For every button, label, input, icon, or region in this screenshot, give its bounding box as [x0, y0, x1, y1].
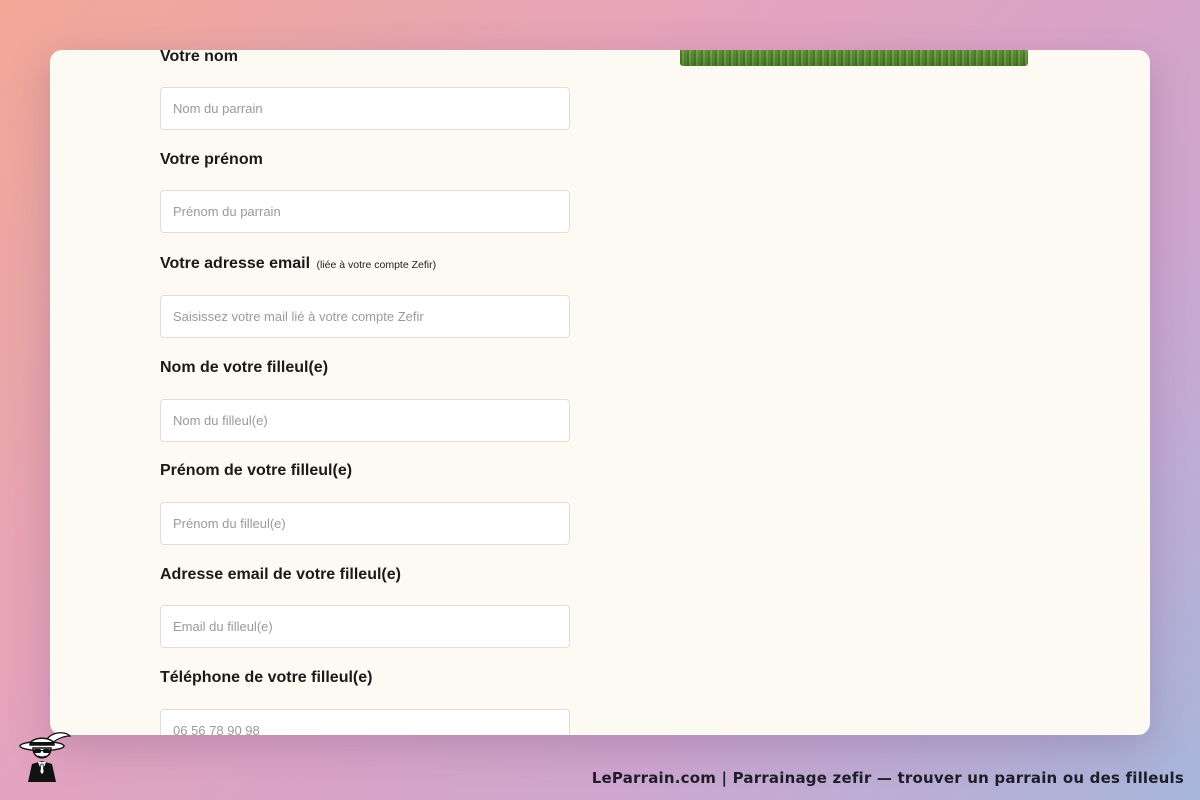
email-label-note: (liée à votre compte Zefir) [316, 259, 437, 271]
mafia-godfather-logo-icon [16, 728, 72, 784]
referee-email-input[interactable] [160, 605, 570, 648]
label-votre-adresse-email: Votre adresse email (liée à votre compte… [160, 255, 437, 272]
referee-last-name-input[interactable] [160, 399, 570, 442]
label-votre-nom: Votre nom [160, 50, 238, 65]
sponsor-first-name-input[interactable] [160, 190, 570, 233]
grass-image [680, 50, 1028, 66]
label-email-filleul: Adresse email de votre filleul(e) [160, 566, 401, 583]
label-telephone-filleul: Téléphone de votre filleul(e) [160, 669, 373, 686]
sponsor-last-name-input[interactable] [160, 87, 570, 130]
label-prenom-filleul: Prénom de votre filleul(e) [160, 462, 353, 479]
referee-first-name-input[interactable] [160, 502, 570, 545]
footer-site-title: LeParrain.com | Parrainage zefir — trouv… [591, 769, 1184, 787]
label-votre-prenom: Votre prénom [160, 151, 263, 168]
referee-phone-input[interactable] [160, 709, 570, 735]
label-nom-filleul: Nom de votre filleul(e) [160, 359, 329, 376]
sponsor-email-input[interactable] [160, 295, 570, 338]
content-card: Votre nom Votre prénom Votre adresse ema… [50, 50, 1150, 735]
